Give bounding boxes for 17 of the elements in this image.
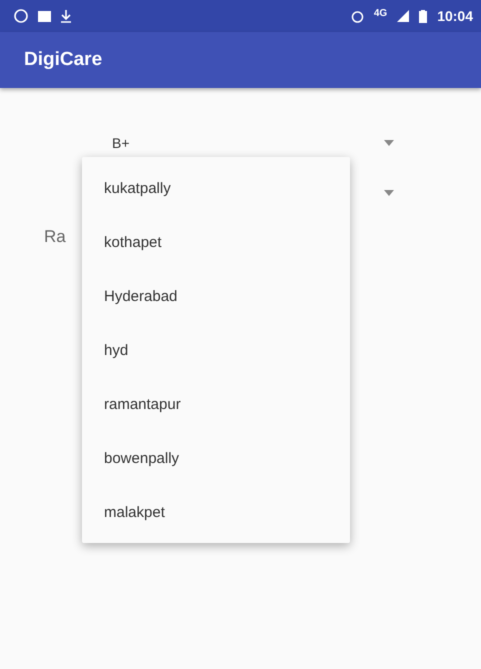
dropdown-option[interactable]: ramantapur: [82, 377, 350, 431]
dropdown-option[interactable]: bowenpally: [82, 431, 350, 485]
dropdown-option[interactable]: hyd: [82, 323, 350, 377]
download-icon: [61, 10, 71, 22]
spinner-value[interactable]: B+: [112, 135, 384, 151]
dropdown-option[interactable]: kukatpally: [82, 161, 350, 215]
network-type: 4G: [374, 8, 388, 18]
clock: 10:04: [437, 8, 473, 24]
dropdown-arrow-icon[interactable]: [384, 190, 394, 196]
dropdown-option[interactable]: kothapet: [82, 215, 350, 269]
dropdown-arrow-icon[interactable]: [384, 140, 394, 146]
battery-icon: [419, 10, 428, 22]
dropdown-option[interactable]: Hyderabad: [82, 269, 350, 323]
field-label: Ra: [44, 227, 66, 247]
signal-icon: [397, 10, 410, 22]
app-title: DigiCare: [24, 49, 102, 71]
dropdown-option[interactable]: malakpet: [82, 485, 350, 539]
